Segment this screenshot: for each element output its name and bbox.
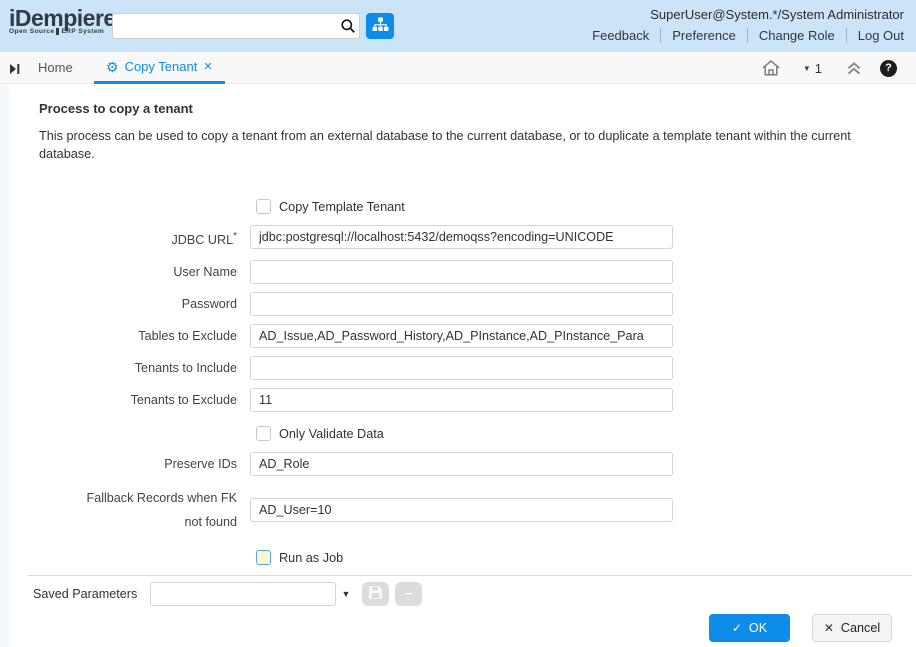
window-tabbar: Home ⚙ Copy Tenant ✕ ▼ 1 ?	[0, 52, 916, 84]
menu-lookup-button[interactable]	[366, 13, 394, 39]
preserve-ids-label: Preserve IDs	[39, 452, 250, 476]
save-parameters-button[interactable]	[362, 582, 389, 606]
ok-button[interactable]: ✓ OK	[709, 614, 790, 642]
run-as-job-label: Run as Job	[279, 550, 343, 566]
open-windows-switcher[interactable]: ▼ 1	[803, 61, 822, 76]
saved-parameters-row: Saved Parameters ▼ –	[0, 581, 916, 607]
combo-caret-icon[interactable]: ▼	[336, 582, 356, 606]
saved-parameters-label: Saved Parameters	[33, 587, 150, 601]
form-row: User Name	[39, 260, 916, 284]
footer-divider	[28, 575, 912, 576]
tenants-to-include-label: Tenants to Include	[39, 356, 250, 380]
cancel-button-label: Cancel	[841, 621, 880, 635]
form-row: Copy Template Tenant	[39, 198, 916, 215]
ok-button-label: OK	[749, 621, 767, 635]
change-role-link[interactable]: Change Role	[747, 28, 846, 43]
check-icon: ✓	[732, 621, 742, 635]
form-row: Only Validate Data	[39, 425, 916, 442]
logo-subtitle-right: ERP System	[61, 28, 104, 35]
user-name-label: User Name	[39, 260, 250, 284]
home-icon[interactable]	[761, 59, 781, 77]
saved-parameters-combobox: ▼	[150, 582, 356, 606]
search-icon[interactable]	[337, 18, 359, 34]
minus-icon: –	[404, 589, 412, 599]
tables-to-exclude-input[interactable]	[250, 324, 673, 348]
only-validate-data-checkbox[interactable]	[256, 426, 271, 441]
saved-parameters-input[interactable]	[150, 582, 336, 606]
user-name-input[interactable]	[250, 260, 673, 284]
process-parameter-form: Copy Template Tenant JDBC URL* User Name…	[0, 198, 916, 566]
cancel-button[interactable]: ✕ Cancel	[812, 614, 892, 642]
tab-copy-tenant-label: Copy Tenant	[125, 59, 198, 74]
cancel-x-icon: ✕	[824, 621, 834, 635]
jdbc-url-label: JDBC URL*	[39, 225, 250, 252]
help-icon[interactable]: ?	[880, 60, 897, 77]
header-links: Feedback Preference Change Role Log Out	[592, 28, 904, 43]
tabbar-right-tools: ▼ 1 ?	[761, 52, 897, 84]
tenants-to-include-input[interactable]	[250, 356, 673, 380]
form-row: Preserve IDs	[39, 452, 916, 476]
process-description: This process can be used to copy a tenan…	[39, 127, 887, 163]
tab-close-icon[interactable]: ✕	[203, 60, 212, 73]
logo-subtitle-divider	[56, 28, 59, 35]
process-panel: Process to copy a tenant This process ca…	[0, 85, 916, 642]
process-gear-icon: ⚙	[106, 60, 119, 74]
tables-to-exclude-label: Tables to Exclude	[39, 324, 250, 348]
app-logo: iDempiere Open Source ERP System	[9, 6, 119, 35]
form-row: Tables to Exclude	[39, 324, 916, 348]
run-as-job-checkbox[interactable]	[256, 550, 271, 565]
delete-parameters-button[interactable]: –	[395, 582, 422, 606]
logo-subtitle-left: Open Source	[9, 28, 54, 35]
form-row: JDBC URL*	[39, 225, 916, 252]
top-header: iDempiere Open Source ERP System SuperUs…	[0, 0, 916, 52]
fallback-records-input[interactable]	[250, 498, 673, 522]
password-label: Password	[39, 292, 250, 316]
action-buttons-row: ✓ OK ✕ Cancel	[0, 614, 916, 642]
form-row: Password	[39, 292, 916, 316]
preference-link[interactable]: Preference	[660, 28, 747, 43]
preserve-ids-input[interactable]	[250, 452, 673, 476]
tab-copy-tenant[interactable]: ⚙ Copy Tenant ✕	[94, 52, 225, 84]
tab-home[interactable]: Home	[38, 52, 73, 84]
copy-template-tenant-label: Copy Template Tenant	[279, 199, 405, 215]
required-marker: *	[233, 231, 237, 242]
jdbc-url-input[interactable]	[250, 225, 673, 249]
only-validate-data-label: Only Validate Data	[279, 426, 384, 442]
process-title: Process to copy a tenant	[39, 101, 916, 116]
save-icon	[369, 586, 382, 602]
logo-subtitle: Open Source ERP System	[9, 28, 119, 35]
tenants-to-exclude-label: Tenants to Exclude	[39, 388, 250, 412]
fallback-records-label: Fallback Records when FK not found	[39, 486, 250, 534]
caret-down-icon: ▼	[803, 64, 811, 73]
sitemap-icon	[372, 17, 389, 35]
global-search-box	[112, 13, 360, 39]
search-input[interactable]	[113, 15, 337, 37]
feedback-link[interactable]: Feedback	[592, 28, 660, 43]
password-input[interactable]	[250, 292, 673, 316]
form-row: Tenants to Include	[39, 356, 916, 380]
collapse-all-icon[interactable]	[846, 61, 862, 76]
copy-template-tenant-checkbox[interactable]	[256, 199, 271, 214]
form-row: Fallback Records when FK not found	[39, 484, 916, 536]
form-row: Tenants to Exclude	[39, 388, 916, 412]
logged-in-user: SuperUser@System.*/System Administrator	[650, 7, 904, 22]
expand-sidebar-icon[interactable]	[9, 62, 20, 80]
form-row: Run as Job	[39, 549, 916, 566]
open-windows-count: 1	[815, 61, 822, 76]
tenants-to-exclude-input[interactable]	[250, 388, 673, 412]
logo-title: iDempiere	[9, 6, 119, 30]
log-out-link[interactable]: Log Out	[846, 28, 904, 43]
